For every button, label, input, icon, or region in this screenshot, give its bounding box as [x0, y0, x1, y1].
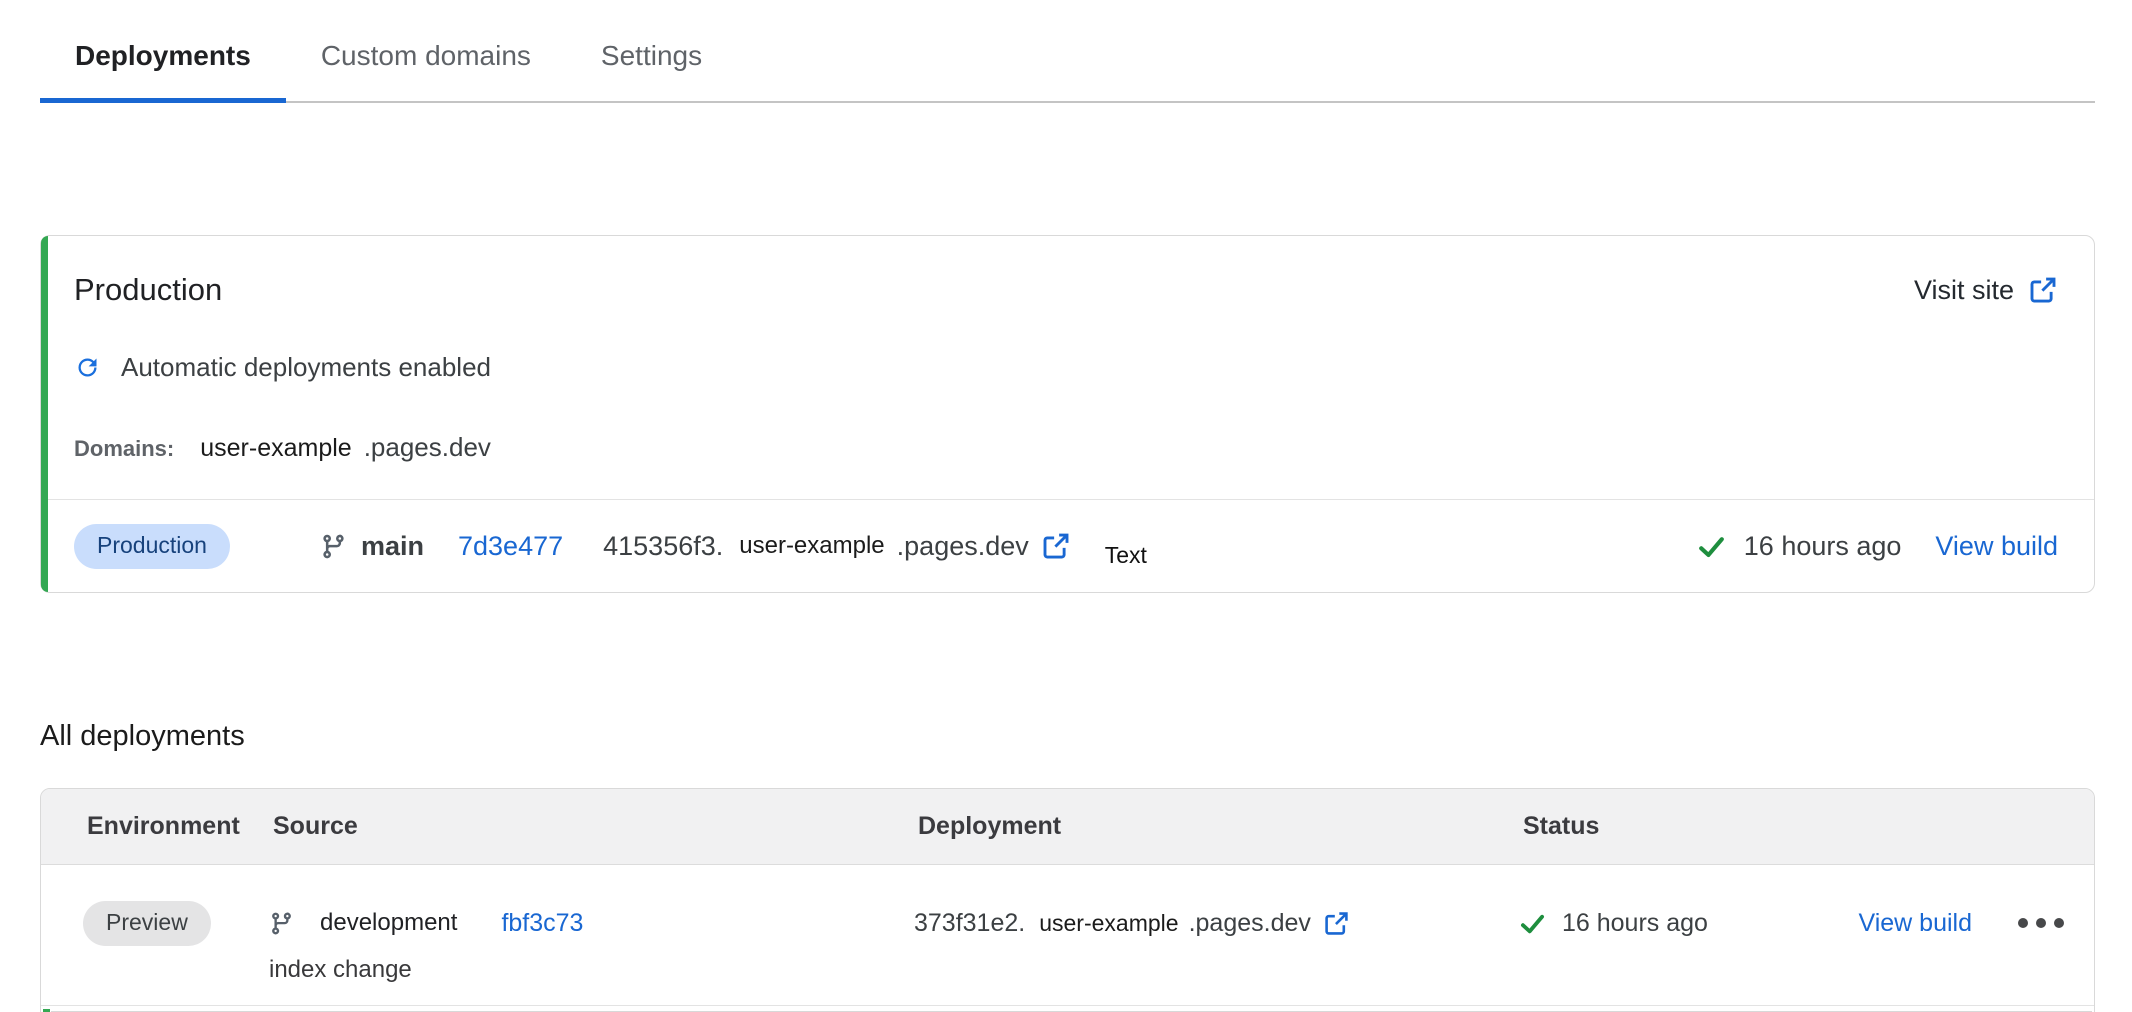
- deployment-time: 16 hours ago: [1562, 909, 1708, 938]
- production-deployment-row: Production main 7d3e477 415356f3. user-e…: [74, 500, 2058, 592]
- visit-site-link[interactable]: Visit site: [1914, 275, 2058, 306]
- view-build-link[interactable]: View build: [1935, 531, 2058, 562]
- column-header-environment: Environment: [87, 812, 273, 841]
- tab-settings[interactable]: Settings: [566, 26, 737, 103]
- domain-suffix: .pages.dev: [364, 432, 491, 463]
- column-header-source: Source: [273, 812, 918, 841]
- branch-name: development: [320, 909, 457, 937]
- source-cell: development fbf3c73 index change: [269, 901, 914, 985]
- external-link-icon[interactable]: [1323, 910, 1350, 937]
- external-link-icon: [2028, 275, 2058, 305]
- deployment-domain-suffix: .pages.dev: [1189, 909, 1311, 938]
- check-icon: [1697, 532, 1726, 561]
- actions-cell: View build: [1824, 901, 2094, 945]
- domains-label: Domains:: [74, 436, 174, 462]
- table-header-row: Environment Source Deployment Status: [41, 789, 2094, 865]
- commit-message: index change: [269, 955, 914, 985]
- deployment-note-text: Text: [1105, 542, 1147, 569]
- refresh-icon: [74, 354, 101, 381]
- commit-link[interactable]: 7d3e477: [458, 531, 563, 562]
- deployment-id: 373f31e2.: [914, 909, 1025, 938]
- production-card: Production Visit site: [40, 235, 2095, 593]
- more-actions-button[interactable]: [2016, 912, 2066, 934]
- table-row: Preview development fbf3c73 index change…: [41, 865, 2094, 1006]
- domain-subdomain: user-example: [200, 434, 351, 463]
- tab-deployments[interactable]: Deployments: [40, 26, 286, 103]
- production-status-strip: [41, 236, 48, 592]
- external-link-icon[interactable]: [1041, 531, 1071, 561]
- deployment-domain-subdomain: user-example: [1039, 910, 1178, 937]
- deployment-time: 16 hours ago: [1744, 531, 1902, 562]
- git-branch-icon: [320, 533, 347, 560]
- deployment-domain-subdomain: user-example: [739, 532, 884, 560]
- next-row-peek: [41, 1006, 2094, 1012]
- deployment-cell: 373f31e2. user-example .pages.dev: [914, 901, 1519, 985]
- git-branch-icon: [269, 911, 294, 936]
- deployment-id: 415356f3.: [603, 531, 723, 562]
- environment-badge: Production: [74, 524, 230, 569]
- visit-site-label: Visit site: [1914, 275, 2014, 306]
- column-header-status: Status: [1523, 812, 2094, 841]
- deployment-domain-suffix: .pages.dev: [897, 531, 1029, 562]
- environment-badge: Preview: [83, 901, 211, 946]
- page-content: Deployments Custom domains Settings Prod…: [0, 0, 2132, 1012]
- view-build-link[interactable]: View build: [1858, 909, 1972, 938]
- status-cell: 16 hours ago: [1519, 901, 1824, 945]
- tab-custom-domains[interactable]: Custom domains: [286, 26, 566, 103]
- environment-cell: Preview: [83, 901, 269, 985]
- all-deployments-heading: All deployments: [40, 719, 2095, 753]
- commit-link[interactable]: fbf3c73: [501, 909, 583, 938]
- production-card-title: Production: [74, 272, 222, 308]
- column-header-deployment: Deployment: [918, 812, 1523, 841]
- auto-deployments-text: Automatic deployments enabled: [121, 352, 491, 382]
- tab-bar: Deployments Custom domains Settings: [40, 0, 2095, 103]
- check-icon: [1519, 910, 1546, 937]
- branch-name: main: [361, 531, 424, 562]
- deployments-table: Environment Source Deployment Status Pre…: [40, 788, 2095, 1012]
